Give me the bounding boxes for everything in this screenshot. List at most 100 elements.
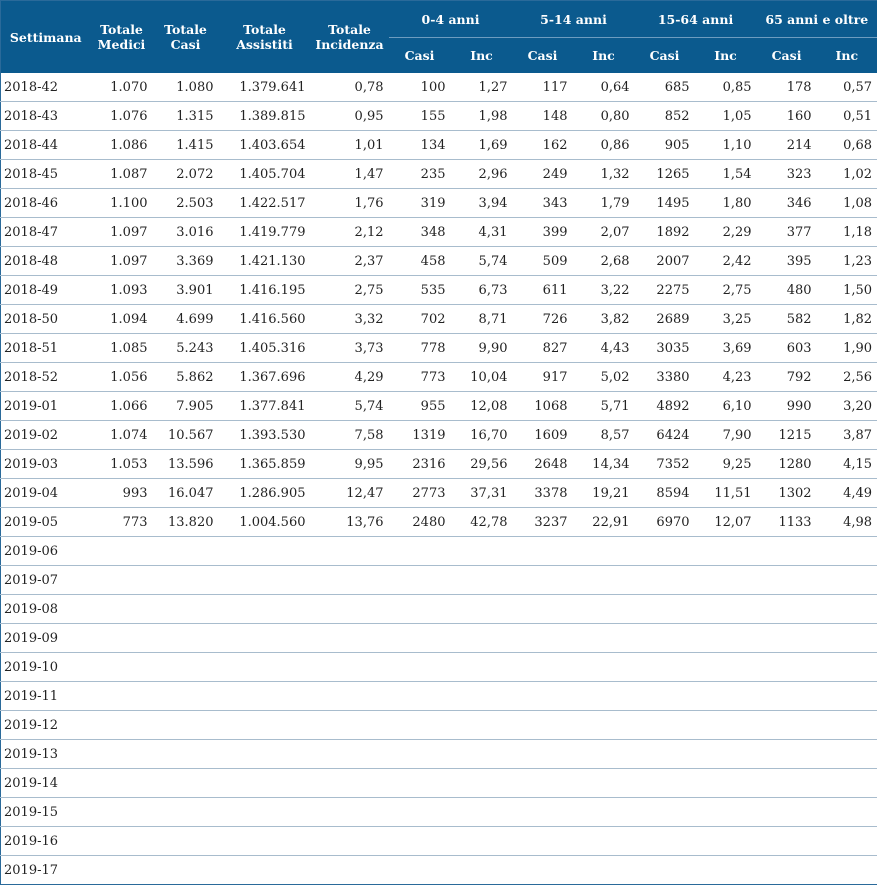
header-medici: Totale Medici — [90, 0, 153, 73]
value-cell — [218, 565, 311, 595]
value-cell: 1,54 — [694, 159, 757, 189]
value-cell: 9,90 — [450, 333, 513, 363]
value-cell: 1.074 — [90, 420, 153, 450]
value-cell: 1,01 — [310, 130, 389, 160]
value-cell — [512, 594, 573, 624]
value-cell: 162 — [512, 130, 573, 160]
value-cell — [634, 536, 695, 566]
table-row: 2019-01 1.066 7.905 1.377.841 5,74 955 12,08 10… — [0, 391, 877, 421]
value-cell — [152, 623, 219, 653]
value-cell: 1,82 — [816, 304, 877, 334]
value-cell: 343 — [512, 188, 573, 218]
value-cell — [572, 623, 635, 653]
table-row: 2018-52 1.056 5.862 1.367.696 4,29 773 10,04 91… — [0, 362, 877, 392]
value-cell: 1280 — [756, 449, 817, 479]
week-cell: 2019-08 — [0, 594, 91, 624]
value-cell: 178 — [756, 73, 817, 102]
value-cell: 14,34 — [572, 449, 635, 479]
table-row: 2019-05 773 13.820 1.004.560 13,76 2480 42,78 3… — [0, 507, 877, 537]
value-cell — [310, 797, 389, 827]
value-cell: 12,47 — [310, 478, 389, 508]
value-cell: 5,74 — [450, 246, 513, 276]
value-cell: 1.056 — [90, 362, 153, 392]
value-cell — [572, 739, 635, 769]
value-cell — [388, 768, 451, 798]
value-cell: 3,73 — [310, 333, 389, 363]
value-cell: 1,50 — [816, 275, 877, 305]
value-cell: 0,51 — [816, 101, 877, 131]
value-cell — [152, 739, 219, 769]
table-row: 2018-42 1.070 1.080 1.379.641 0,78 100 1,27 117… — [0, 73, 877, 102]
value-cell — [816, 536, 877, 566]
value-cell — [450, 710, 513, 740]
value-cell: 1.286.905 — [218, 478, 311, 508]
value-cell: 4,29 — [310, 362, 389, 392]
value-cell — [310, 565, 389, 595]
value-cell: 12,08 — [450, 391, 513, 421]
value-cell: 603 — [756, 333, 817, 363]
value-cell: 1.100 — [90, 188, 153, 218]
influenza-weekly-table: Settimana Totale Medici Totale Casi Totale… — [0, 0, 877, 885]
table-row: 2019-10 — [0, 652, 877, 682]
value-cell: 1.076 — [90, 101, 153, 131]
value-cell: 377 — [756, 217, 817, 247]
value-cell: 2648 — [512, 449, 573, 479]
table-body: 2018-42 1.070 1.080 1.379.641 0,78 100 1,27 117… — [0, 73, 877, 885]
value-cell: 1.093 — [90, 275, 153, 305]
value-cell — [512, 681, 573, 711]
value-cell: 611 — [512, 275, 573, 305]
value-cell: 16,70 — [450, 420, 513, 450]
value-cell: 8594 — [634, 478, 695, 508]
table-row: 2019-11 — [0, 681, 877, 711]
value-cell — [572, 681, 635, 711]
value-cell — [816, 768, 877, 798]
value-cell — [572, 594, 635, 624]
header-week: Settimana — [0, 0, 91, 73]
value-cell — [152, 594, 219, 624]
value-cell — [694, 739, 757, 769]
value-cell: 1,32 — [572, 159, 635, 189]
value-cell — [90, 739, 153, 769]
value-cell: 3,20 — [816, 391, 877, 421]
week-cell: 2018-45 — [0, 159, 91, 189]
value-cell: 535 — [388, 275, 451, 305]
value-cell: 1215 — [756, 420, 817, 450]
value-cell — [694, 594, 757, 624]
value-cell: 249 — [512, 159, 573, 189]
value-cell: 1.416.195 — [218, 275, 311, 305]
value-cell: 3380 — [634, 362, 695, 392]
value-cell — [450, 826, 513, 856]
week-cell: 2019-02 — [0, 420, 91, 450]
value-cell: 1,27 — [450, 73, 513, 102]
value-cell — [756, 768, 817, 798]
value-cell — [634, 681, 695, 711]
table-row: 2019-02 1.074 10.567 1.393.530 7,58 1319 16,70… — [0, 420, 877, 450]
value-cell — [218, 652, 311, 682]
table-row: 2018-46 1.100 2.503 1.422.517 1,76 319 3,94 343… — [0, 188, 877, 218]
value-cell: 2.072 — [152, 159, 219, 189]
value-cell — [756, 739, 817, 769]
value-cell — [756, 710, 817, 740]
value-cell — [572, 536, 635, 566]
value-cell — [310, 652, 389, 682]
subheader-inc: Inc — [572, 37, 635, 73]
value-cell: 905 — [634, 130, 695, 160]
week-cell: 2018-49 — [0, 275, 91, 305]
value-cell: 4,98 — [816, 507, 877, 537]
table-row: 2019-09 — [0, 623, 877, 653]
value-cell — [219, 856, 311, 885]
value-cell — [634, 652, 695, 682]
value-cell: 726 — [512, 304, 573, 334]
week-cell: 2019-01 — [0, 391, 91, 421]
value-cell: 582 — [756, 304, 817, 334]
value-cell: 0,80 — [572, 101, 635, 131]
value-cell — [512, 710, 573, 740]
value-cell — [310, 681, 389, 711]
value-cell: 2275 — [634, 275, 695, 305]
value-cell: 11,51 — [694, 478, 757, 508]
value-cell: 100 — [388, 73, 451, 102]
table-row: 2019-12 — [0, 710, 877, 740]
subheader-casi: Casi — [388, 37, 451, 73]
value-cell: 6,73 — [450, 275, 513, 305]
subheader-inc: Inc — [450, 37, 513, 73]
